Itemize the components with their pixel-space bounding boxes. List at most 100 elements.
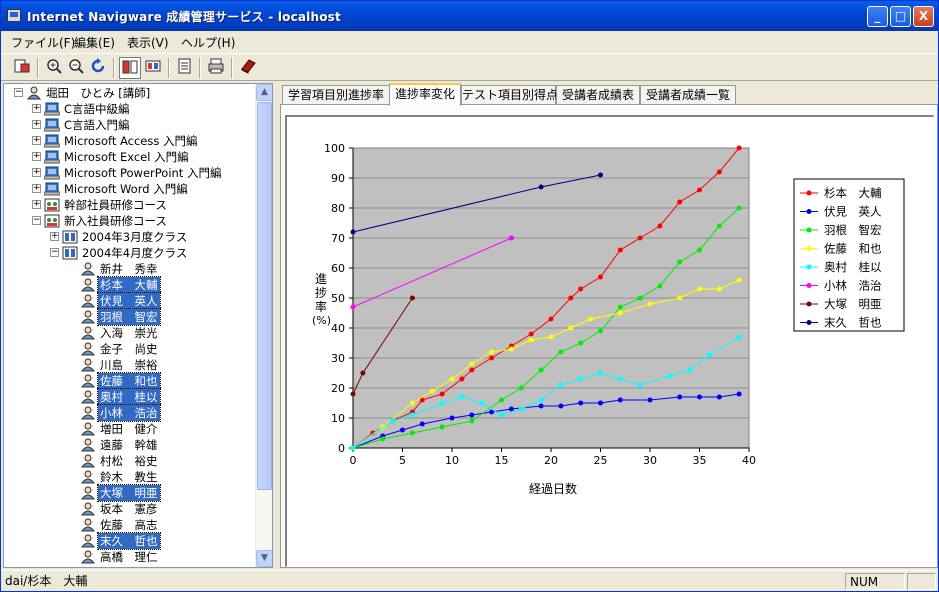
- data-point: [350, 391, 356, 397]
- minimize-button[interactable]: _: [867, 6, 888, 27]
- tree-student-item[interactable]: 遠藤 幹雄: [4, 437, 256, 453]
- tree-student-item[interactable]: 大塚 明亜: [4, 484, 256, 502]
- print-icon[interactable]: [205, 57, 227, 79]
- tree-item-label: 小林 浩治: [97, 404, 161, 422]
- tree-student-item[interactable]: 末久 哲也: [4, 532, 256, 550]
- expand-icon[interactable]: +: [32, 152, 41, 161]
- view-table-icon[interactable]: [142, 57, 164, 79]
- data-point: [736, 391, 742, 397]
- tab-progress-change[interactable]: 進捗率変化: [389, 83, 461, 106]
- data-point: [469, 361, 475, 367]
- maximize-button[interactable]: □: [890, 6, 911, 27]
- tree-student-item[interactable]: 伏見 英人: [4, 292, 256, 310]
- tree-scrollbar[interactable]: ▲ ▼: [255, 84, 272, 567]
- menu-view[interactable]: 表示(V): [127, 34, 169, 51]
- tree-item-label: Microsoft PowerPoint 入門編: [64, 166, 222, 180]
- tree-item-label: Microsoft Access 入門編: [64, 134, 198, 148]
- tree-item-label: 川島 崇裕: [100, 358, 158, 372]
- tree-student-item[interactable]: 杉本 大輔: [4, 276, 256, 294]
- view-chart-icon[interactable]: [119, 57, 141, 79]
- tree-student-item[interactable]: 金子 尚史: [4, 341, 256, 357]
- title-bar[interactable]: Internet Navigware 成績管理サービス - localhost …: [1, 1, 938, 31]
- tree-item-label: C言語入門編: [64, 118, 130, 132]
- y-axis-title-line3: 率: [315, 299, 327, 314]
- tree-student-item[interactable]: 新井 秀幸: [4, 261, 256, 277]
- tree-course-item[interactable]: + C言語中級編: [4, 101, 256, 117]
- tree-root-instructor[interactable]: − 堀田 ひとみ [講師]: [4, 85, 256, 101]
- tree-student-item[interactable]: 高橋 理仁: [4, 549, 256, 565]
- tree-student-item[interactable]: 川島 崇裕: [4, 357, 256, 373]
- expand-icon[interactable]: +: [32, 168, 41, 177]
- expand-icon[interactable]: +: [32, 184, 41, 193]
- data-point: [637, 295, 643, 301]
- report-icon[interactable]: [11, 57, 33, 79]
- tree-course-item[interactable]: − 新入社員研修コース: [4, 213, 256, 229]
- tree-student-item[interactable]: 小林 浩治: [4, 404, 256, 422]
- menu-file[interactable]: ファイル(F): [11, 34, 75, 51]
- tree-item-label: 2004年3月度クラス: [82, 230, 188, 244]
- expand-icon[interactable]: +: [50, 232, 59, 241]
- course-tree[interactable]: − 堀田 ひとみ [講師] + C言語中級編 + C言語入門編 + Microsoft Acc…: [3, 83, 273, 568]
- close-button[interactable]: X: [913, 6, 934, 27]
- tab-grade-list[interactable]: 受講者成績一覧: [640, 85, 736, 105]
- data-point: [578, 286, 584, 292]
- tree-student-item[interactable]: 坂本 憲彦: [4, 501, 256, 517]
- collapse-icon[interactable]: −: [32, 216, 41, 225]
- tree-student-item[interactable]: 増田 健介: [4, 421, 256, 437]
- scroll-thumb[interactable]: [257, 102, 272, 490]
- tree-course-item[interactable]: + Microsoft Word 入門編: [4, 181, 256, 197]
- book-icon[interactable]: [237, 57, 259, 79]
- pane-splitter[interactable]: [274, 83, 279, 568]
- tree-course-item[interactable]: + Microsoft Access 入門編: [4, 133, 256, 149]
- data-point: [716, 394, 722, 400]
- tree-student-item[interactable]: 佐藤 高志: [4, 517, 256, 533]
- tree-course-item[interactable]: + 幹部社員研修コース: [4, 197, 256, 213]
- tree-item-label: 村松 裕史: [100, 454, 158, 468]
- zoom-in-icon[interactable]: [43, 57, 65, 79]
- export-icon[interactable]: [174, 57, 196, 79]
- collapse-icon[interactable]: −: [14, 88, 23, 97]
- x-tick-label: 10: [445, 454, 459, 467]
- expand-icon[interactable]: +: [32, 136, 41, 145]
- expand-icon[interactable]: +: [32, 200, 41, 209]
- scroll-up-button[interactable]: ▲: [256, 84, 272, 101]
- tree-item-label: 2004年4月度クラス: [82, 246, 188, 260]
- tree-class-item[interactable]: +2004年3月度クラス: [4, 229, 256, 245]
- data-point: [617, 304, 623, 310]
- tree-item-label: Microsoft Word 入門編: [64, 182, 188, 196]
- data-point: [499, 397, 504, 403]
- collapse-icon[interactable]: −: [50, 248, 59, 257]
- tree-student-item[interactable]: 村松 裕史: [4, 453, 256, 469]
- tree-student-item[interactable]: 佐藤 和也: [4, 372, 256, 390]
- tree-class-item[interactable]: − 2004年4月度クラス: [4, 245, 256, 261]
- y-axis-title-line2: 捗: [315, 286, 327, 300]
- tree-student-item[interactable]: 鈴木 教生: [4, 469, 256, 485]
- tree-student-item[interactable]: 羽根 智宏: [4, 308, 256, 326]
- scroll-down-button[interactable]: ▼: [256, 550, 272, 567]
- tree-course-item[interactable]: + Microsoft PowerPoint 入門編: [4, 165, 256, 181]
- class-icon: [62, 230, 78, 244]
- student-icon: [80, 486, 96, 500]
- tree-course-item[interactable]: + C言語入門編: [4, 117, 256, 133]
- student-icon: [80, 310, 96, 324]
- data-point: [459, 394, 465, 400]
- expand-icon[interactable]: +: [32, 120, 41, 129]
- tab-grade-table[interactable]: 受講者成績表: [556, 85, 640, 105]
- tree-student-item[interactable]: 入海 崇光: [4, 325, 256, 341]
- tab-strip: 学習項目別進捗率 進捗率変化 テスト項目別得点 受講者成績表 受講者成績一覧: [280, 83, 938, 106]
- menu-help[interactable]: ヘルプ(H): [181, 34, 235, 51]
- data-point: [449, 415, 455, 421]
- tree-student-item[interactable]: 奥村 桂以: [4, 388, 256, 406]
- data-point: [588, 316, 594, 322]
- tab-test-scores[interactable]: テスト項目別得点: [461, 85, 558, 105]
- refresh-icon[interactable]: [87, 57, 109, 79]
- tab-item-progress[interactable]: 学習項目別進捗率: [282, 85, 390, 105]
- data-point: [508, 346, 514, 352]
- tree-course-item[interactable]: + Microsoft Excel 入門編: [4, 149, 256, 165]
- student-icon: [80, 502, 96, 516]
- expand-icon[interactable]: +: [32, 104, 41, 113]
- data-point: [439, 424, 445, 430]
- legend-label: 伏見 英人: [824, 205, 882, 219]
- zoom-out-icon[interactable]: [65, 57, 87, 79]
- menu-edit[interactable]: 編集(E): [74, 34, 115, 51]
